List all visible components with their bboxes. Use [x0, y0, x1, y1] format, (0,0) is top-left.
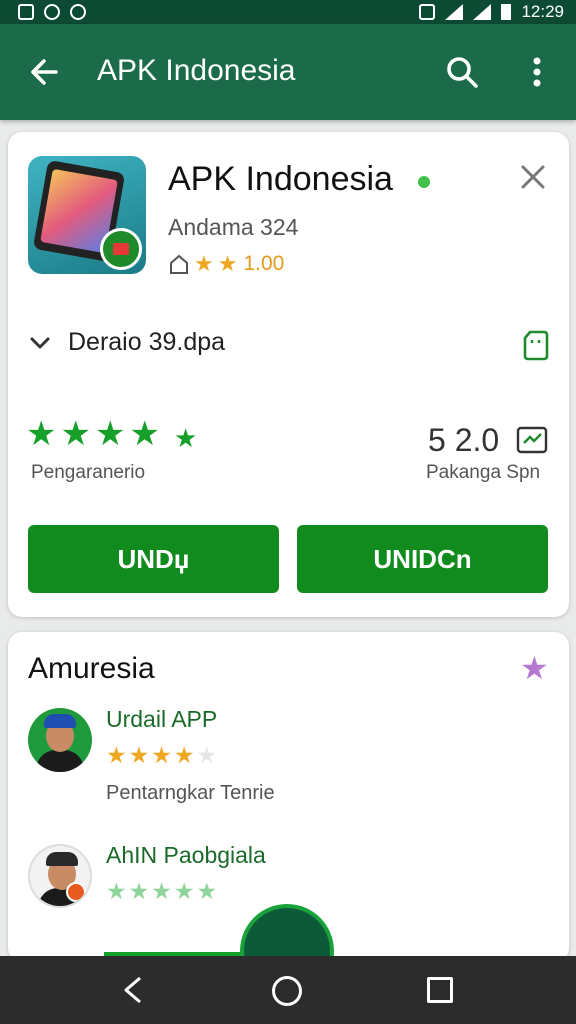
app-rating: ★ ★ 1.00	[168, 252, 284, 276]
status-notifications	[18, 4, 86, 20]
star-icon: ★	[128, 742, 150, 768]
wifi-icon	[445, 4, 464, 20]
star-icon: ★	[151, 878, 172, 904]
page-title: APK Indonesia	[97, 54, 296, 87]
score-caption: Pakanga Spn	[426, 462, 541, 483]
section-title: Amuresia	[28, 652, 155, 685]
home-outline-icon	[170, 254, 188, 274]
app-bar: APK Indonesia	[0, 24, 576, 120]
details-label: Deraio 39.dpa	[68, 328, 226, 356]
score-value: 5 2.0	[428, 422, 500, 458]
primary-left-button[interactable]: UNDџ	[28, 525, 279, 593]
status-bar: 12:29	[0, 0, 576, 24]
reviewer-name: AhIN Paobgiala	[106, 842, 266, 868]
flag-badge-icon	[100, 228, 142, 270]
star-icon: ★	[60, 415, 91, 453]
avatar	[28, 708, 92, 772]
more-vert-icon[interactable]	[522, 52, 552, 92]
review-text: Pentarngkar Tenrie	[106, 782, 275, 804]
star-icon: ★	[128, 878, 150, 904]
camera-notification-icon	[70, 4, 86, 20]
star-icon: ★	[173, 742, 195, 768]
review-stars: ★ ★ ★ ★ ★	[106, 744, 217, 767]
favorite-star-icon[interactable]: ★	[520, 652, 549, 684]
gallery-notification-icon	[18, 4, 34, 20]
stats-icon	[516, 426, 548, 454]
star-icon: ★	[106, 742, 127, 768]
rating-value: 1.00	[243, 252, 285, 275]
avatar	[28, 844, 92, 908]
close-icon[interactable]	[516, 160, 550, 194]
app-icon[interactable]	[28, 156, 146, 274]
review-stars: ★ ★ ★ ★ ★	[106, 880, 217, 903]
signal-icon	[473, 4, 492, 20]
back-arrow-icon[interactable]	[26, 52, 66, 92]
system-nav-bar	[0, 956, 576, 1024]
star-half-icon: ★	[129, 415, 160, 453]
nav-back-icon[interactable]	[118, 974, 150, 1006]
status-system: 12:29	[419, 2, 564, 22]
nav-home-icon[interactable]	[272, 976, 302, 1006]
app-developer: Andama 324	[168, 214, 299, 240]
alarm-icon	[419, 4, 436, 20]
status-dot	[418, 176, 430, 188]
details-expander[interactable]: Deraio 39.dpa	[28, 328, 225, 357]
app-notification-icon	[44, 4, 60, 20]
app-info-card: APK Indonesia Andama 324 ★ ★ 1.00 Deraio…	[8, 132, 569, 617]
sd-card-icon[interactable]	[522, 329, 550, 361]
review-item[interactable]: Urdail APP ★ ★ ★ ★ ★ Pentarngkar Tenrie	[28, 706, 548, 808]
star-icon: ★	[94, 415, 126, 453]
app-name: APK Indonesia	[168, 160, 393, 198]
stars-caption: Pengaranerio	[31, 462, 146, 483]
user-rating-stars[interactable]: ★ ★ ★ ★ ★	[26, 417, 197, 455]
reviewer-name: Urdail APP	[106, 706, 218, 732]
rating-star-icon: ★	[194, 251, 214, 276]
battery-icon	[501, 4, 512, 20]
search-icon[interactable]	[442, 52, 482, 92]
star-icon: ★	[26, 415, 57, 453]
star-empty-icon: ★	[196, 742, 218, 768]
star-icon: ★	[173, 878, 195, 904]
nav-recents-icon[interactable]	[427, 977, 453, 1003]
rating-star-icon: ★	[217, 251, 238, 276]
star-icon: ★	[106, 878, 127, 904]
status-time: 12:29	[521, 2, 564, 21]
star-icon: ★	[151, 742, 172, 768]
star-icon: ★	[173, 423, 198, 453]
star-half-icon: ★	[196, 878, 218, 904]
chevron-down-icon	[30, 337, 50, 348]
primary-right-button[interactable]: UNIDCn	[297, 525, 548, 593]
